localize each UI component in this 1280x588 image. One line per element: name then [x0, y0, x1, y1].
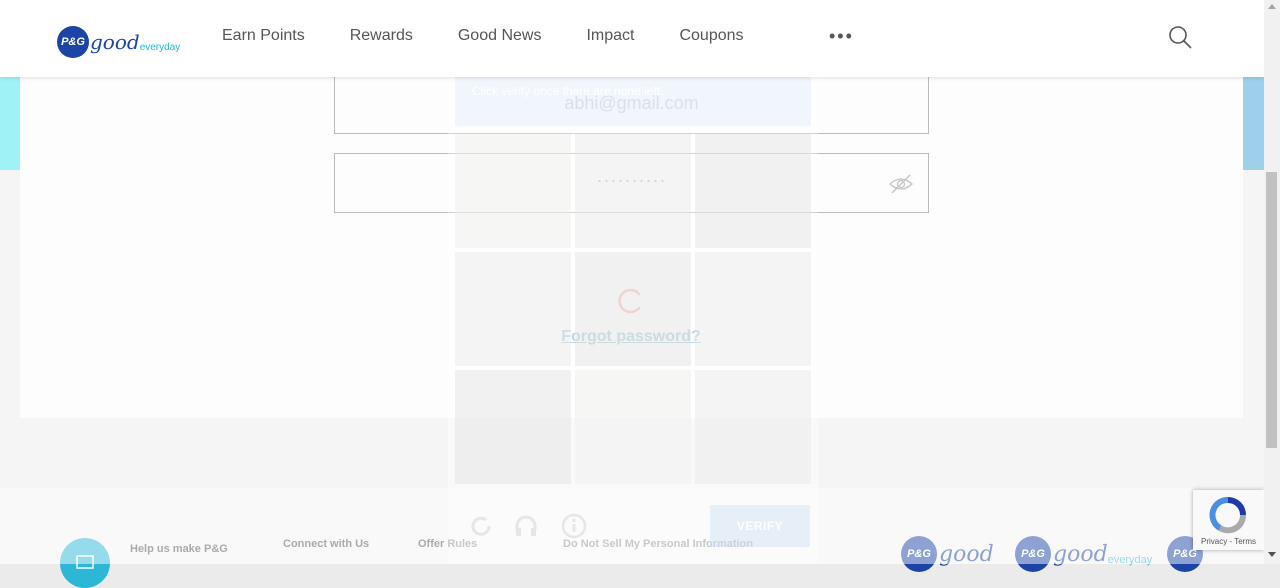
captcha-tile[interactable]	[455, 134, 571, 248]
captcha-tile[interactable]	[575, 370, 691, 484]
search-icon[interactable]	[1168, 25, 1192, 49]
footer-help-us-link[interactable]: Help us make P&G	[130, 543, 228, 555]
captcha-tile[interactable]	[455, 252, 571, 366]
nav-rewards[interactable]: Rewards	[350, 26, 413, 46]
eye-off-icon[interactable]	[888, 173, 914, 195]
scroll-down-arrow-icon[interactable]	[1268, 552, 1276, 557]
left-accent-bar	[0, 77, 20, 170]
scroll-thumb[interactable]	[1266, 172, 1277, 448]
footer-logo-mark-2: P&G	[1015, 536, 1051, 572]
right-accent-bar	[1243, 77, 1264, 170]
headphones-icon[interactable]	[512, 512, 540, 540]
recaptcha-icon	[1209, 497, 1247, 534]
pg-logo-mark: P&G	[57, 26, 89, 58]
footer-logo-word: good	[939, 541, 994, 567]
captcha-tile[interactable]	[695, 252, 811, 366]
verify-button[interactable]: VERIFY	[710, 505, 810, 547]
captcha-tile[interactable]	[695, 134, 811, 248]
footer-pg-good-everyday-logo[interactable]: P&G good everyday	[1015, 536, 1152, 572]
captcha-tile[interactable]	[575, 252, 691, 366]
page-scrollbar[interactable]	[1264, 0, 1280, 564]
footer-logo-word-2: good	[1053, 541, 1108, 567]
site-header: P&G good everyday Earn Points Rewards Go…	[0, 0, 1264, 77]
captcha-instruction: Click verify once there are none left.	[472, 84, 664, 98]
main-nav: Earn Points Rewards Good News Impact Cou…	[222, 26, 789, 46]
pg-good-everyday-logo[interactable]: P&G good everyday	[57, 26, 180, 58]
captcha-tile[interactable]	[455, 370, 571, 484]
footer-pg-good-logo[interactable]: P&G good	[901, 536, 994, 572]
scroll-up-arrow-icon[interactable]	[1268, 4, 1276, 9]
recaptcha-badge[interactable]: Privacy - Terms	[1193, 490, 1264, 550]
help-icon	[60, 538, 110, 588]
captcha-tile[interactable]	[695, 370, 811, 484]
nav-coupons[interactable]: Coupons	[679, 26, 743, 46]
nav-impact[interactable]: Impact	[586, 26, 634, 46]
more-menu-icon[interactable]: •••	[829, 26, 854, 46]
captcha-tile[interactable]	[575, 134, 691, 248]
nav-good-news[interactable]: Good News	[458, 26, 542, 46]
footer-logo-suffix: everyday	[1107, 554, 1153, 566]
logo-word: good	[90, 30, 140, 54]
info-icon[interactable]	[560, 512, 588, 540]
logo-suffix: everyday	[139, 41, 181, 53]
recaptcha-links[interactable]: Privacy - Terms	[1193, 537, 1264, 546]
captcha-tile-grid	[455, 134, 811, 488]
footer-logo-mark: P&G	[901, 536, 937, 572]
reload-icon[interactable]	[467, 512, 495, 540]
captcha-footer: VERIFY	[455, 498, 811, 558]
nav-earn-points[interactable]: Earn Points	[222, 26, 305, 46]
captcha-challenge: Click verify once there are none left. V…	[448, 40, 818, 564]
footer-connect-link[interactable]: Connect with Us	[283, 538, 369, 550]
